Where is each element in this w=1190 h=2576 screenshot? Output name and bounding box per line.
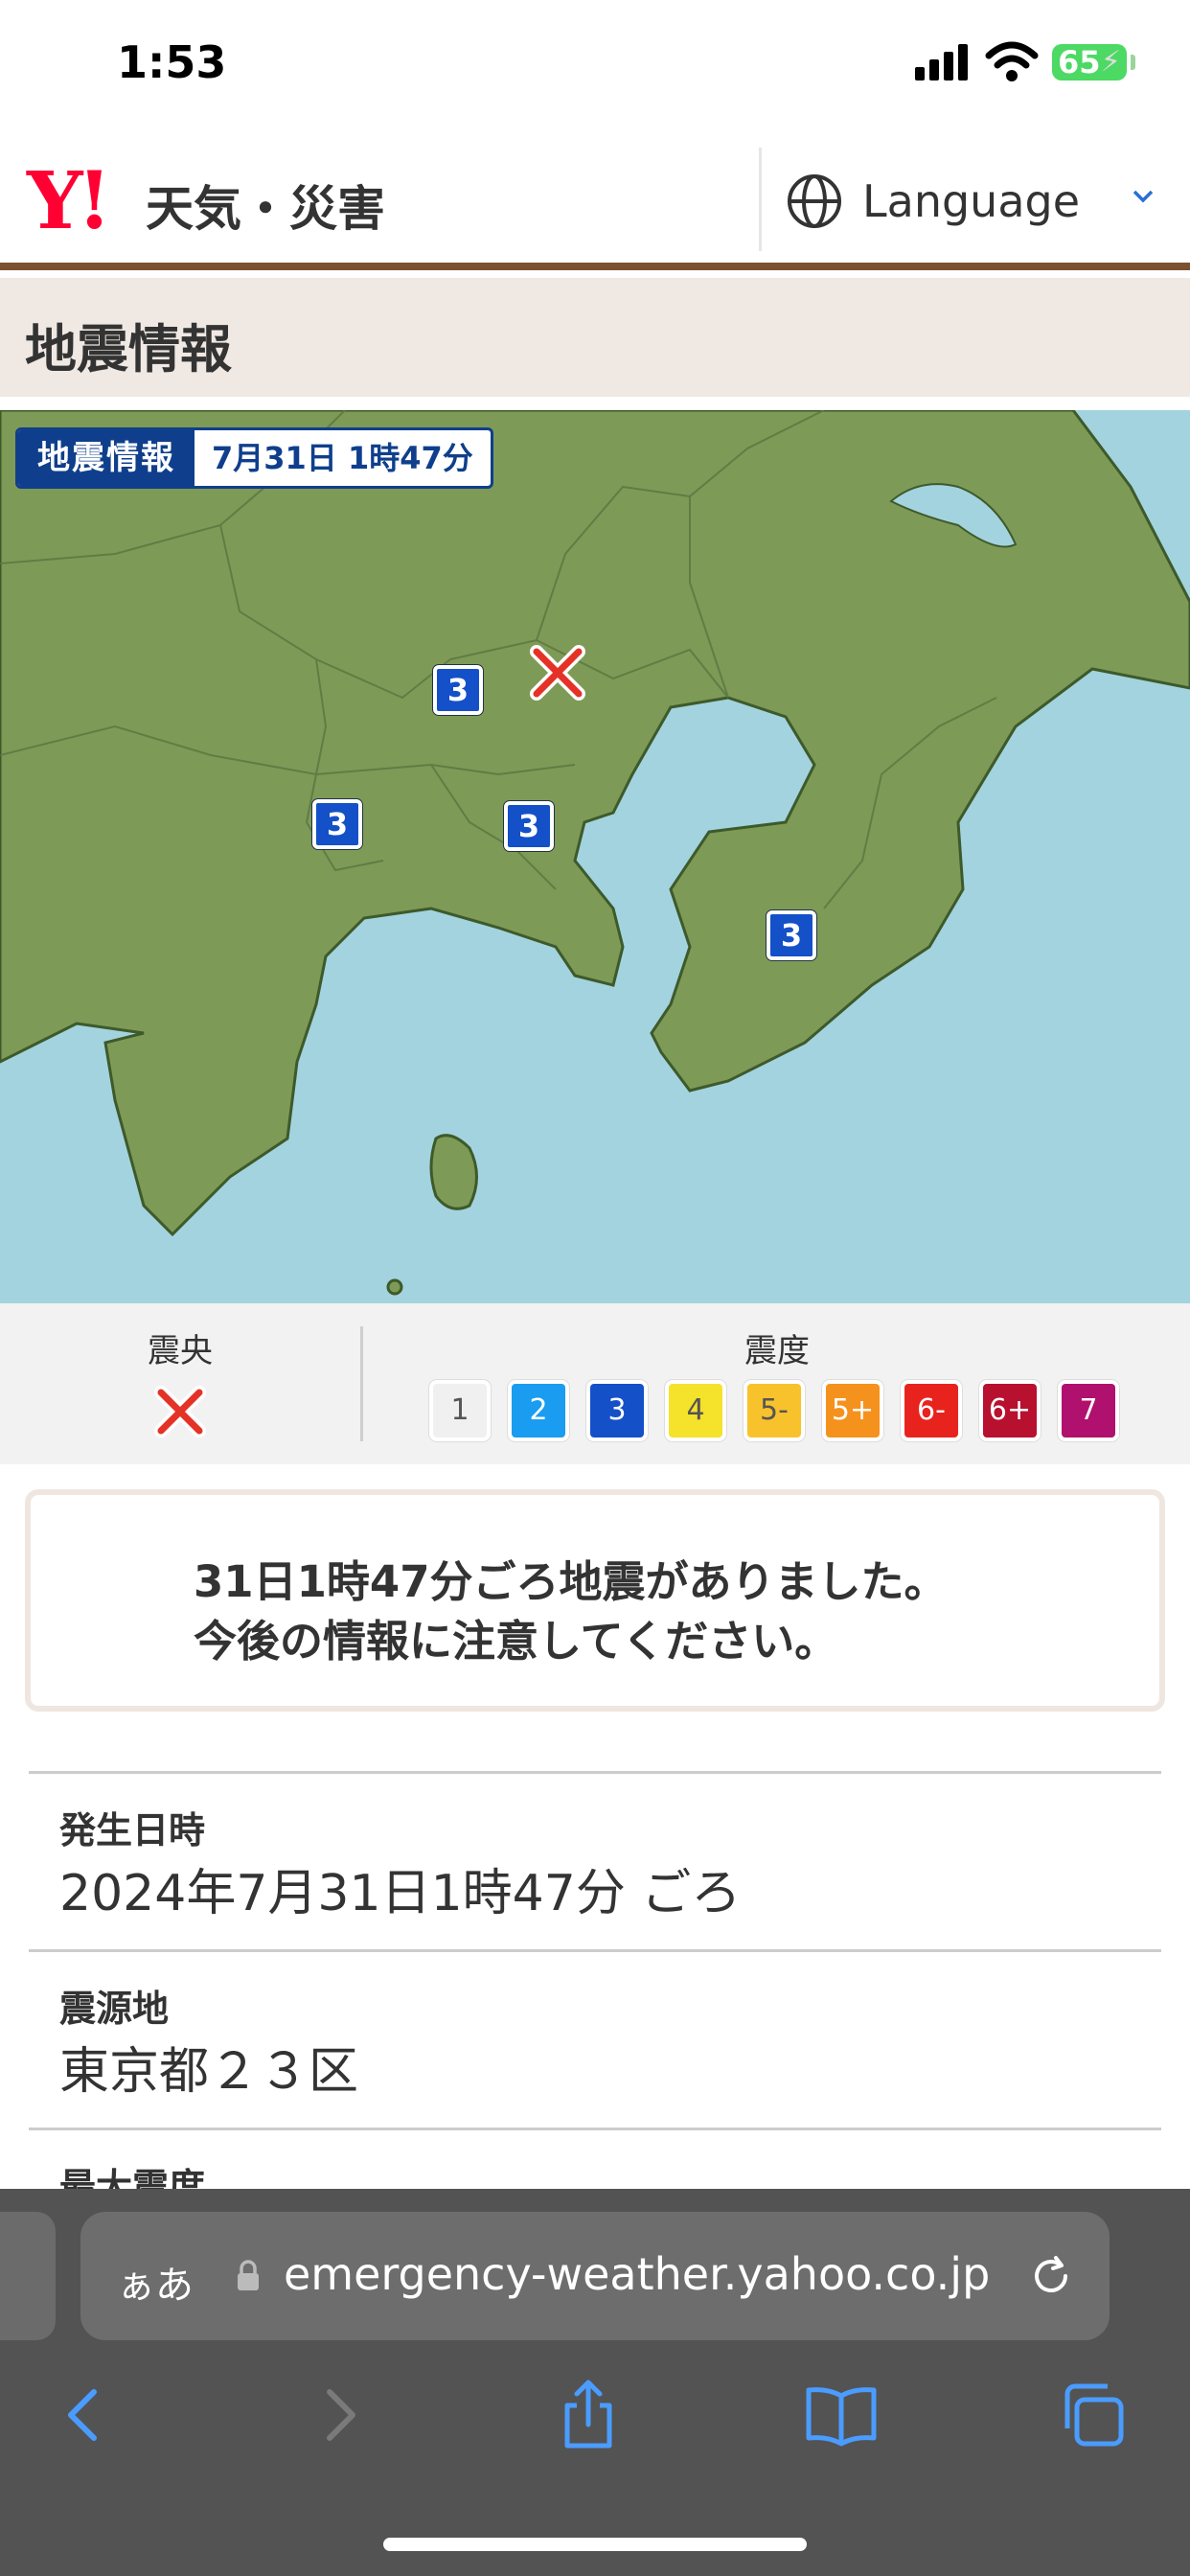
intensity-marker: 3 (767, 910, 816, 960)
reload-icon[interactable] (1027, 2252, 1075, 2300)
page-title-bar: 地震情報 (0, 278, 1190, 397)
intensity-scale-3: 3 (586, 1380, 648, 1441)
previous-tab-preview[interactable] (0, 2212, 56, 2340)
legend-divider (360, 1326, 363, 1441)
intensity-scale-5-lower: 5- (744, 1380, 805, 1441)
home-indicator[interactable] (383, 2538, 807, 2551)
cellular-signal-icon (915, 42, 969, 80)
chevron-down-icon (1133, 190, 1154, 203)
share-icon[interactable] (550, 2377, 627, 2453)
detail-label: 発生日時 (59, 1809, 206, 1852)
globe-icon (788, 174, 841, 228)
intensity-scale: 1 2 3 4 5- 5+ 6- 6+ 7 (429, 1380, 1119, 1441)
page-title: 地震情報 (25, 319, 232, 380)
intensity-scale-1: 1 (429, 1380, 491, 1441)
intensity-scale-6-upper: 6+ (979, 1380, 1041, 1441)
bookmarks-icon[interactable] (803, 2377, 880, 2453)
status-time: 1:53 (117, 36, 227, 88)
site-name[interactable]: 天気・災害 (146, 171, 385, 240)
url-text[interactable]: emergency-weather.yahoo.co.jp (284, 2248, 990, 2300)
detail-row-max-intensity: 最大震度 (29, 2128, 1161, 2189)
epicenter-legend: 震央 (0, 1324, 360, 1442)
intensity-marker: 3 (433, 665, 483, 715)
intensity-marker: 3 (504, 801, 554, 851)
site-header: Y! 天気・災害 Language (0, 134, 1190, 270)
status-bar: 1:53 65 ⚡ (0, 0, 1190, 134)
detail-label: 最大震度 (59, 2166, 206, 2189)
header-divider (759, 148, 762, 251)
notice-line-2: 今後の情報に注意してください。 (194, 1616, 838, 1667)
detail-row-epicenter: 震源地 東京都２３区 (29, 1949, 1161, 2128)
back-icon[interactable] (46, 2377, 123, 2453)
tabs-icon[interactable] (1054, 2377, 1131, 2453)
language-selector[interactable]: Language (786, 163, 1169, 240)
intensity-marker: 3 (312, 799, 362, 849)
wifi-icon (985, 41, 1039, 81)
address-bar[interactable]: ぁあ emergency-weather.yahoo.co.jp (80, 2212, 1110, 2340)
notice-line-1: 31日1時47分ごろ地震がありました。 (194, 1556, 948, 1607)
charging-icon: ⚡ (1100, 45, 1121, 79)
epicenter-icon (154, 1386, 206, 1438)
intensity-scale-7: 7 (1058, 1380, 1119, 1441)
epicenter-legend-label: 震央 (148, 1332, 213, 1370)
detail-row-occurred-at: 発生日時 2024年7月31日1時47分 ごろ (29, 1771, 1161, 1949)
earthquake-map[interactable]: 地震情報 7月31日 1時47分 3 3 3 3 (0, 410, 1190, 1303)
map-badge-label: 地震情報 (18, 430, 195, 486)
battery-cap (1131, 55, 1135, 70)
language-label: Language (862, 175, 1081, 227)
detail-label: 震源地 (59, 1988, 170, 2030)
intensity-scale-5-upper: 5+ (822, 1380, 883, 1441)
intensity-legend-label: 震度 (744, 1332, 810, 1370)
forward-icon[interactable] (301, 2377, 378, 2453)
intensity-legend: 震度 (364, 1324, 1190, 1371)
earthquake-notice: 31日1時47分ごろ地震がありました。 今後の情報に注意してください。 (25, 1489, 1165, 1712)
detail-value: 2024年7月31日1時47分 ごろ (59, 1865, 742, 1922)
lock-icon (238, 2260, 259, 2290)
map-legend: 震央 震度 1 2 3 4 5- 5+ 6- 6+ 7 (0, 1303, 1190, 1464)
intensity-scale-4: 4 (665, 1380, 726, 1441)
yahoo-logo[interactable]: Y! (27, 155, 112, 247)
map-land (0, 410, 1190, 1296)
intensity-scale-2: 2 (508, 1380, 569, 1441)
browser-toolbar: ぁあ emergency-weather.yahoo.co.jp (0, 2189, 1190, 2576)
intensity-scale-6-lower: 6- (901, 1380, 962, 1441)
battery-icon: 65 ⚡ (1052, 44, 1127, 80)
map-badge-datetime: 7月31日 1時47分 (212, 440, 473, 476)
text-size-button[interactable]: ぁあ (117, 2254, 194, 2310)
map-info-badge: 地震情報 7月31日 1時47分 (15, 427, 493, 489)
detail-value: 東京都２３区 (59, 2043, 359, 2101)
battery-level: 65 (1058, 44, 1101, 80)
